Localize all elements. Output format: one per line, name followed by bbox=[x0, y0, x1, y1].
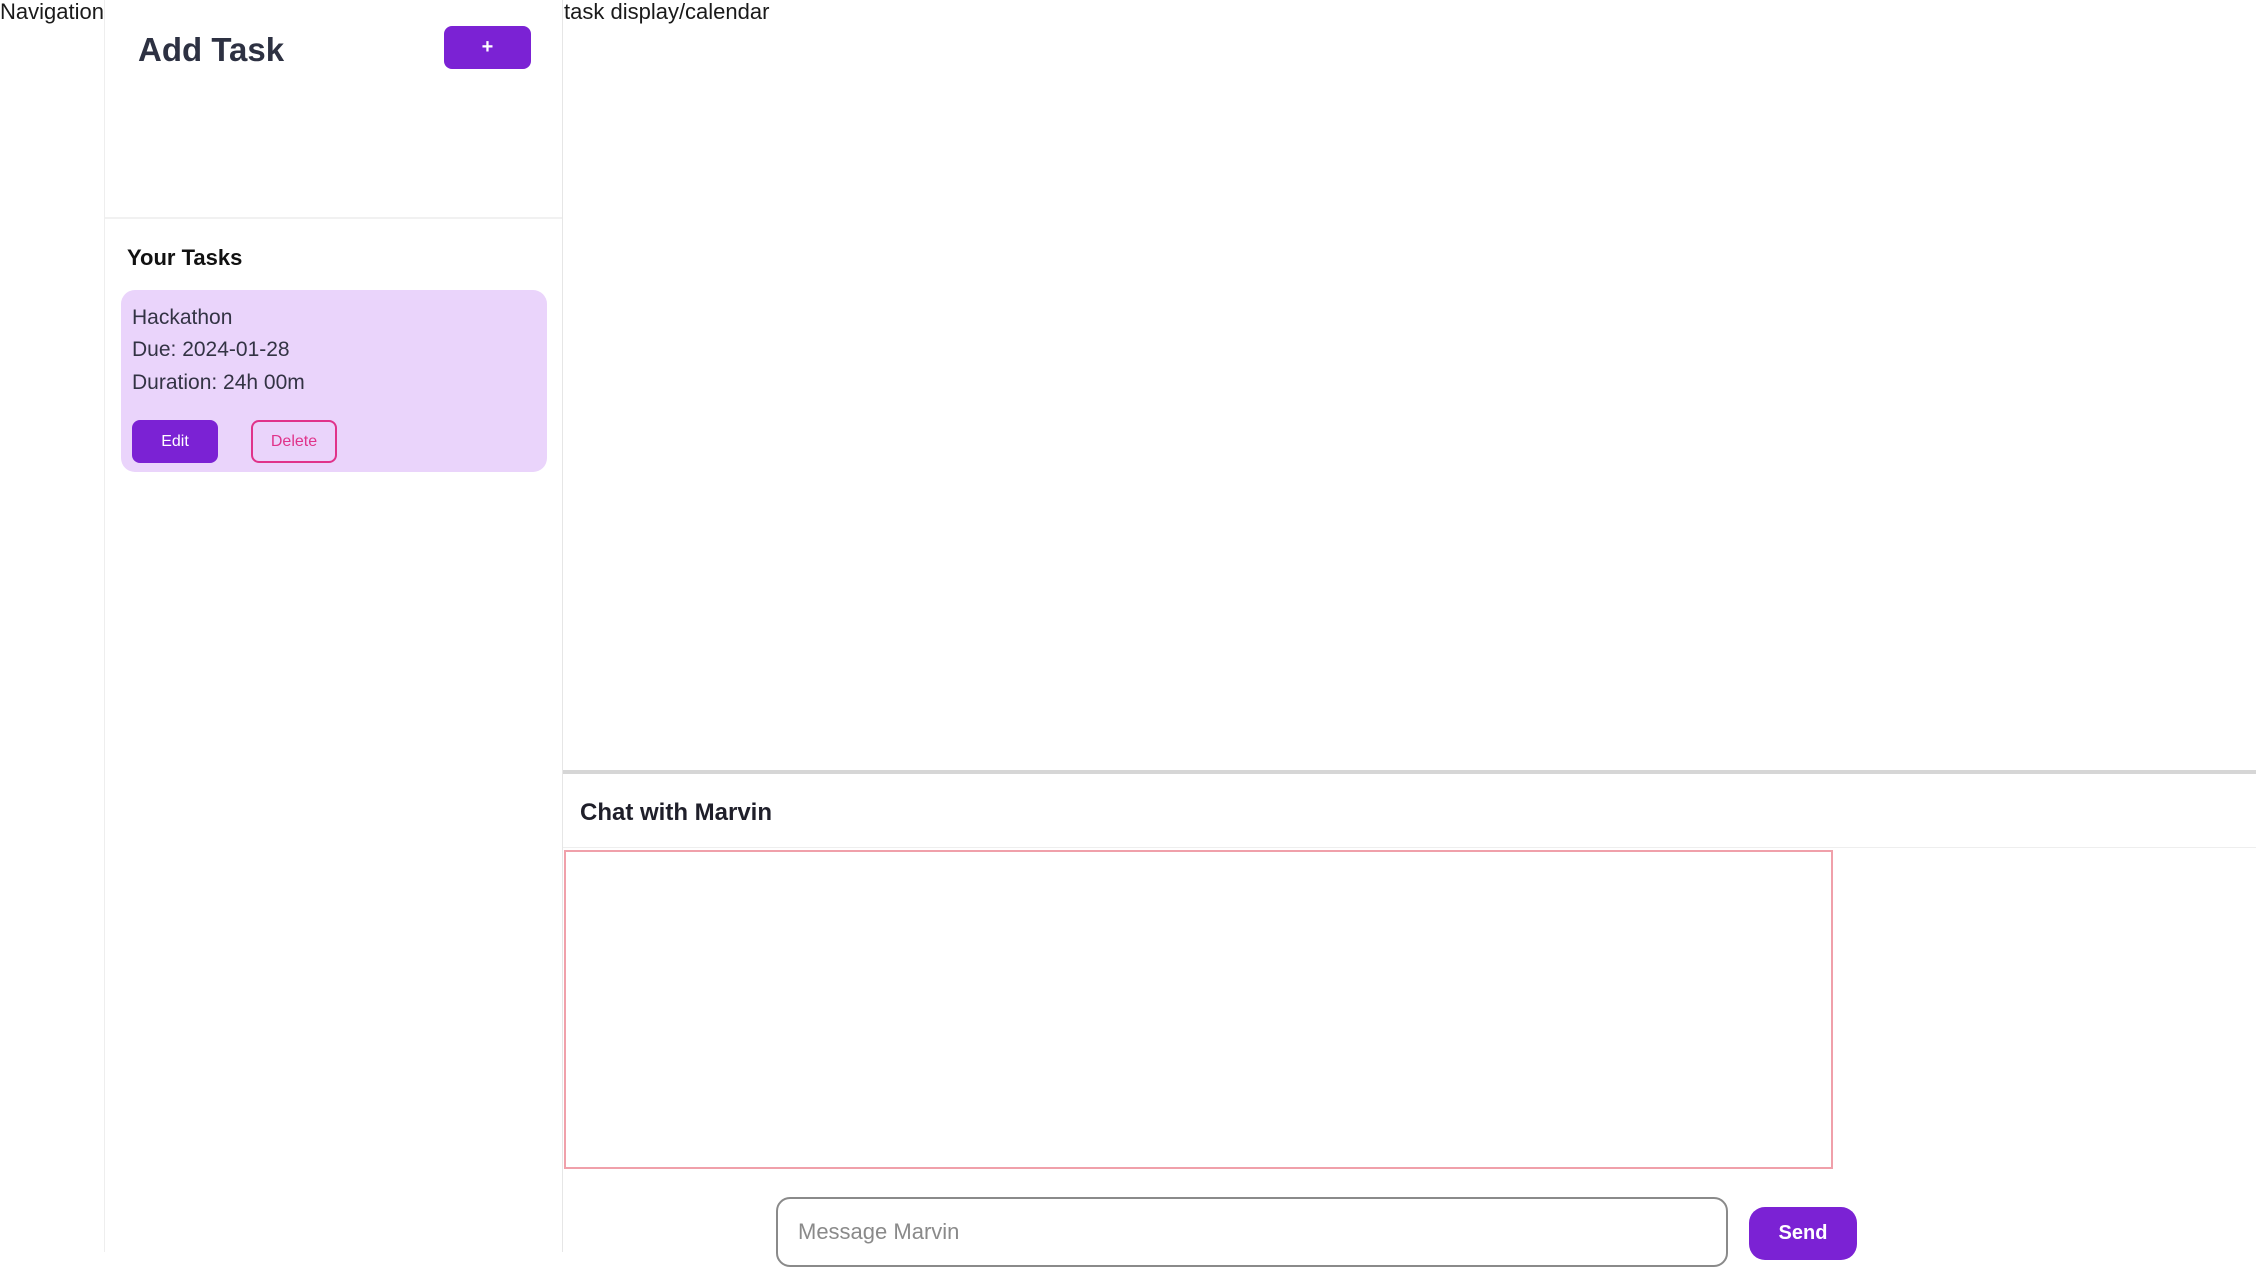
task-duration: Duration: 24h 00m bbox=[132, 371, 305, 394]
send-button[interactable]: Send bbox=[1749, 1207, 1857, 1260]
chat-messages-area[interactable] bbox=[564, 850, 1833, 1169]
task-due-date: Due: 2024-01-28 bbox=[132, 338, 290, 361]
your-tasks-title: Your Tasks bbox=[127, 245, 243, 270]
sidebar: Add Task + Your Tasks Hackathon Due: 202… bbox=[104, 0, 563, 1252]
message-input[interactable] bbox=[776, 1197, 1728, 1267]
task-display-label: task display/calendar bbox=[564, 0, 770, 24]
chat-divider bbox=[563, 847, 2256, 848]
edit-task-button[interactable]: Edit bbox=[132, 420, 218, 463]
add-task-header: Add Task + bbox=[105, 0, 562, 219]
add-task-button[interactable]: + bbox=[444, 26, 531, 69]
task-card: Hackathon Due: 2024-01-28 Duration: 24h … bbox=[121, 290, 547, 472]
navigation-label: Navigation bbox=[0, 0, 104, 24]
delete-task-button[interactable]: Delete bbox=[251, 420, 337, 463]
chat-panel: Chat with Marvin Send bbox=[563, 770, 2256, 1267]
chat-title: Chat with Marvin bbox=[580, 799, 773, 826]
add-task-title: Add Task bbox=[138, 31, 285, 68]
task-name: Hackathon bbox=[132, 306, 233, 329]
